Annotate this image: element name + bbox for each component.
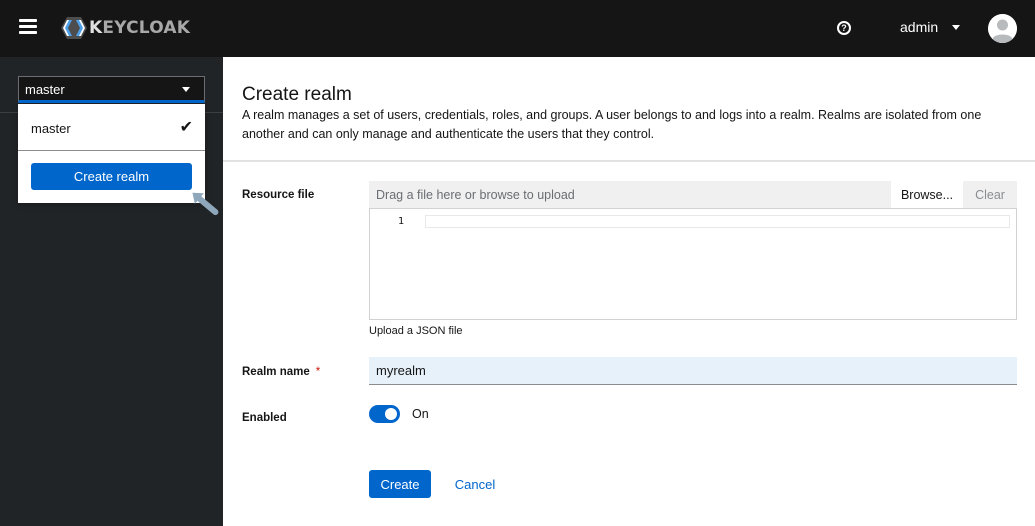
page-description: A realm manages a set of users, credenti…: [242, 108, 982, 141]
section-divider: [223, 160, 1035, 162]
cancel-button[interactable]: Cancel: [445, 470, 505, 498]
resource-file-helper-text: Upload a JSON file: [369, 325, 463, 337]
keycloak-logo-icon: [61, 17, 87, 39]
check-icon: ✔: [179, 119, 193, 136]
realm-option-label: master: [31, 121, 71, 136]
hamburger-menu-icon[interactable]: [19, 19, 37, 35]
user-name: admin: [900, 19, 939, 35]
browse-button[interactable]: Browse...: [891, 181, 963, 208]
enabled-state-label: On: [412, 407, 429, 421]
clear-button[interactable]: Clear: [963, 181, 1017, 208]
masthead: KEYCLOAK ? admin: [0, 0, 1035, 57]
resource-file-label: Resource file: [242, 189, 315, 201]
editor-current-line: [425, 215, 1010, 228]
page-title: Create realm: [242, 84, 352, 105]
realm-option-master[interactable]: master ✔: [18, 104, 205, 150]
caret-down-icon: [952, 24, 961, 30]
help-icon[interactable]: ?: [837, 21, 851, 35]
realm-selector-value: master: [25, 82, 65, 97]
keycloak-logo[interactable]: KEYCLOAK: [60, 15, 190, 41]
user-menu-toggle[interactable]: admin: [900, 19, 961, 35]
create-button[interactable]: Create: [369, 470, 431, 498]
line-number: 1: [398, 216, 405, 227]
realm-selector[interactable]: master: [18, 76, 205, 103]
json-code-editor[interactable]: 1: [369, 208, 1017, 320]
user-avatar-icon[interactable]: [988, 14, 1017, 43]
menu-divider: [18, 150, 205, 151]
caret-down-icon: [182, 87, 190, 92]
realm-name-label: Realm name *: [242, 366, 321, 378]
enabled-toggle[interactable]: [369, 405, 400, 423]
realm-dropdown-menu: master ✔ Create realm: [18, 104, 205, 203]
enabled-label: Enabled: [242, 412, 287, 424]
file-upload-placeholder: Drag a file here or browse to upload: [376, 188, 575, 202]
create-realm-button[interactable]: Create realm: [31, 163, 192, 190]
main-content: Create realm A realm manages a set of us…: [223, 57, 1035, 526]
app-name: KEYCLOAK: [89, 18, 191, 38]
file-upload-dropzone[interactable]: Drag a file here or browse to upload Bro…: [369, 181, 1017, 208]
required-marker: *: [315, 366, 321, 378]
realm-name-input[interactable]: [369, 357, 1017, 385]
